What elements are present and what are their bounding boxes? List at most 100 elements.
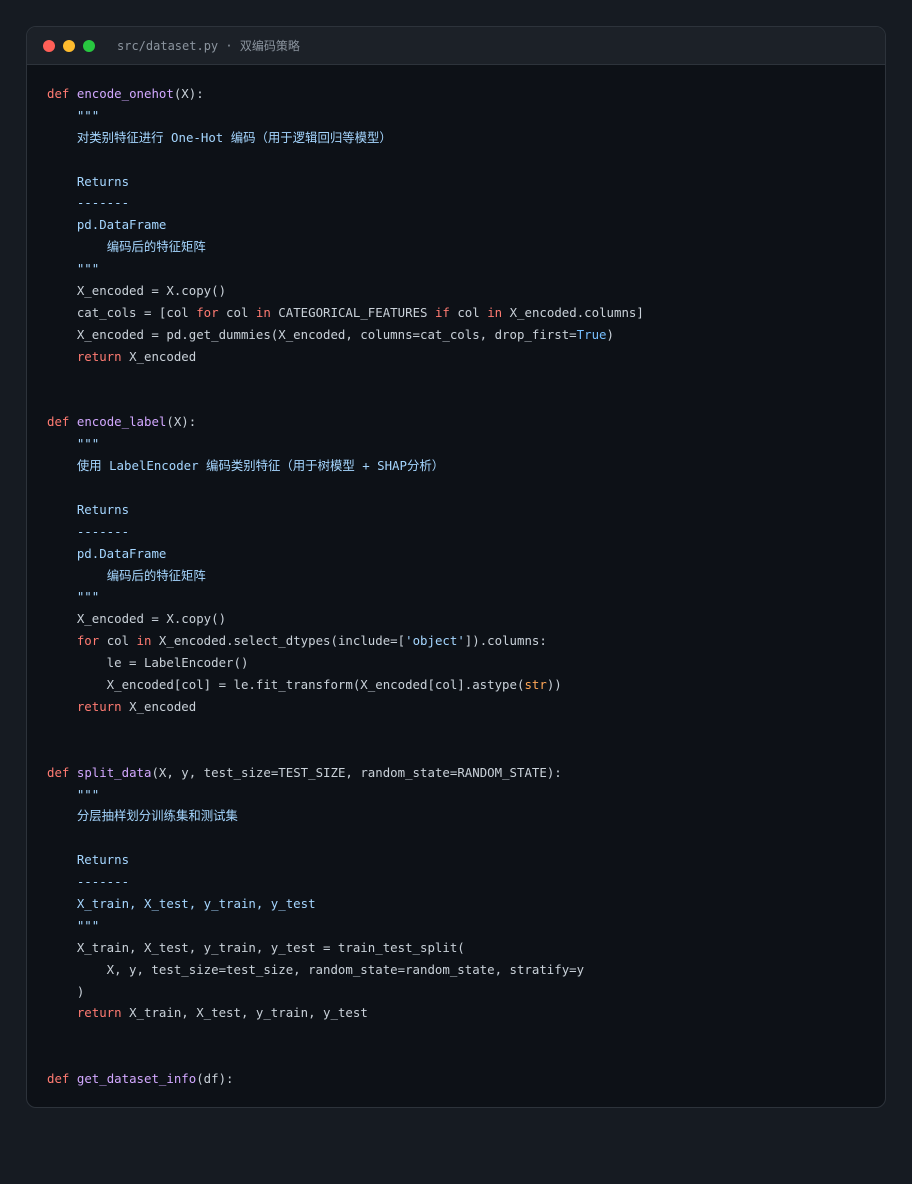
code-line: ) (47, 981, 885, 1003)
code-token: Returns (76, 173, 130, 189)
code-token: (X): (173, 86, 204, 101)
code-token: 对类别特征进行 One-Hot 编码（用于逻辑回归等模型） (76, 129, 392, 145)
minimize-window-button[interactable] (63, 39, 75, 52)
code-line: X_train, X_test, y_train, y_test (47, 893, 885, 915)
code-token: pd.DataFrame (76, 545, 167, 561)
close-window-button[interactable] (43, 39, 55, 52)
code-token: in (487, 304, 503, 320)
code-token: ------- (76, 523, 130, 539)
code-token: ------- (76, 874, 130, 890)
code-token: def (47, 1071, 70, 1087)
code-token: X, y, test_size=test_size, random_state=… (47, 961, 585, 977)
code-line: ------- (47, 192, 885, 214)
code-line: return X_train, X_test, y_train, y_test (47, 1002, 885, 1024)
code-token: Returns (76, 852, 130, 868)
code-token: def (47, 86, 70, 101)
code-token: encode_onehot (76, 86, 174, 101)
code-token: col (218, 304, 256, 320)
code-token: """ (76, 107, 100, 123)
code-token: True (576, 326, 607, 342)
title-bar: src/dataset.py · 双编码策略 (27, 27, 885, 65)
code-window: src/dataset.py · 双编码策略 def encode_onehot… (26, 26, 886, 1108)
code-line: def encode_label(X): (47, 411, 885, 433)
code-token: 编码后的特征矩阵 (106, 567, 206, 583)
code-line: """ (47, 433, 885, 455)
maximize-window-button[interactable] (83, 39, 95, 52)
code-token: ]).columns: (464, 633, 547, 649)
code-editor[interactable]: def encode_onehot(X): """ 对类别特征进行 One-Ho… (47, 83, 885, 1090)
code-token: return (76, 348, 122, 364)
code-line: ------- (47, 871, 885, 893)
code-line: """ (47, 258, 885, 280)
code-token: CATEGORICAL_FEATURES (270, 304, 435, 320)
code-token: in (136, 633, 152, 649)
code-token: """ (76, 589, 100, 605)
code-token: X_encoded (121, 348, 197, 364)
window-title: src/dataset.py · 双编码策略 (117, 39, 300, 53)
code-line: X_encoded = pd.get_dummies(X_encoded, co… (47, 324, 885, 346)
code-line: X_encoded[col] = le.fit_transform(X_enco… (47, 674, 885, 696)
code-token: in (255, 304, 271, 320)
code-token: X_encoded (121, 698, 197, 714)
code-token: for (196, 304, 219, 320)
code-line: 编码后的特征矩阵 (47, 565, 885, 587)
code-token: col (449, 304, 488, 320)
code-line: 分层抽样划分训练集和测试集 (47, 805, 885, 827)
code-token: X_train, X_test, y_train, y_test (121, 1005, 368, 1021)
code-token: pd.DataFrame (76, 217, 167, 233)
code-token: str (524, 677, 547, 693)
code-line: Returns (47, 499, 885, 521)
code-token: encode_label (76, 414, 167, 430)
code-token: 'object' (405, 633, 465, 649)
code-token: X_train, X_test, y_train, y_test (76, 895, 316, 911)
code-token: ) (47, 983, 85, 999)
code-token: """ (76, 917, 100, 933)
code-token: for (76, 633, 100, 649)
code-line: X_train, X_test, y_train, y_test = train… (47, 937, 885, 959)
code-line: 使用 LabelEncoder 编码类别特征（用于树模型 + SHAP分析） (47, 455, 885, 477)
code-token: X_encoded = X.copy() (47, 611, 227, 627)
code-token: return (76, 1005, 122, 1021)
code-token: col (99, 633, 137, 649)
code-token: 分层抽样划分训练集和测试集 (76, 808, 238, 824)
code-line: def get_dataset_info(df): (47, 1068, 885, 1090)
code-token: def (47, 414, 70, 430)
code-line: X, y, test_size=test_size, random_state=… (47, 959, 885, 981)
code-line: """ (47, 586, 885, 608)
code-token: ) (606, 326, 614, 342)
code-line: le = LabelEncoder() (47, 652, 885, 674)
code-token: Returns (76, 501, 130, 517)
code-token: )) (546, 677, 562, 693)
code-token: cat_cols = [col (47, 304, 197, 320)
code-line: ------- (47, 521, 885, 543)
code-line: pd.DataFrame (47, 543, 885, 565)
code-line: """ (47, 105, 885, 127)
code-token: X_encoded = X.copy() (47, 283, 227, 299)
